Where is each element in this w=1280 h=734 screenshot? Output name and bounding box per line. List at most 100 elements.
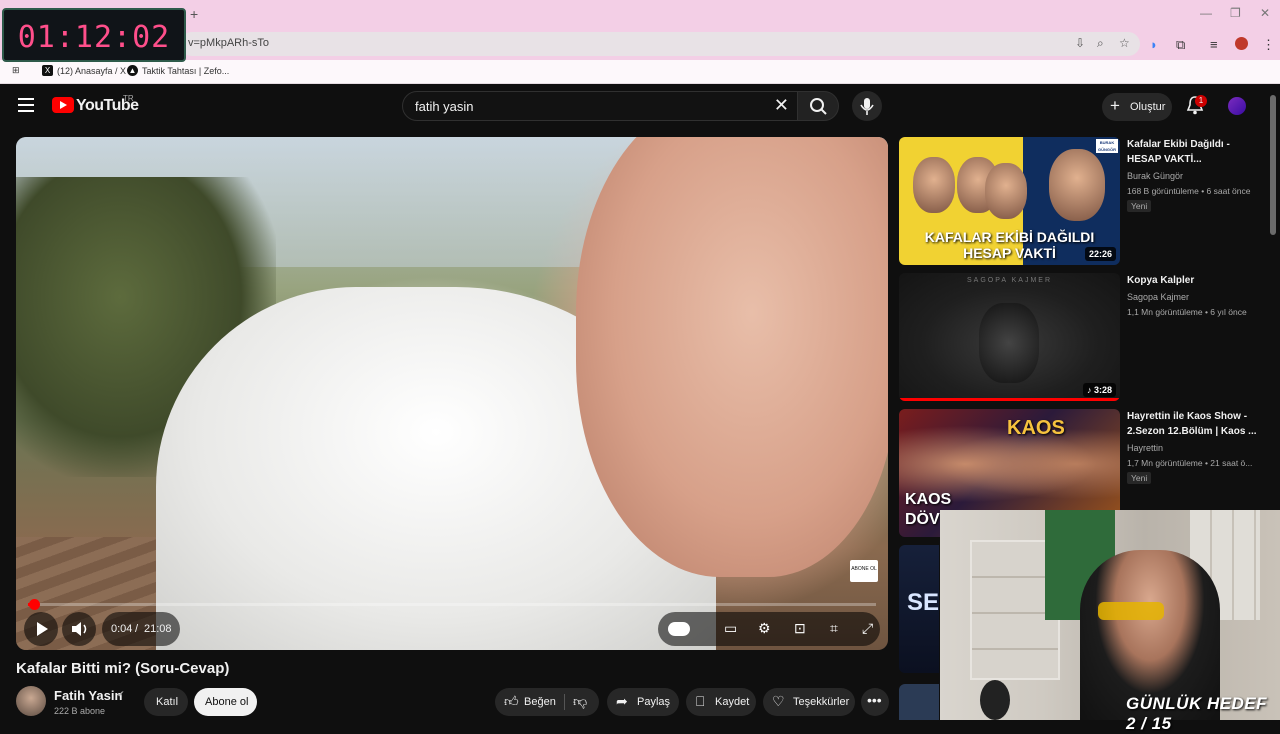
fullscreen-icon[interactable]: ⤢ — [862, 620, 873, 637]
recommendation-meta: 1,1 Mn görüntüleme • 6 yıl önce — [1127, 307, 1247, 317]
current-time: 0:04 — [111, 623, 133, 635]
clear-search-icon[interactable]: ✕ — [774, 95, 789, 116]
webcam-microphone — [980, 680, 1010, 720]
share-icon: ➦ — [616, 693, 628, 709]
channel-name[interactable]: Fatih Yasin — [54, 688, 122, 703]
media-control-icon[interactable]: ≡ — [1210, 37, 1218, 52]
thumb-person — [1049, 149, 1105, 221]
join-button[interactable]: Katıl — [144, 688, 188, 716]
progress-bar[interactable] — [28, 599, 876, 610]
more-actions-button[interactable]: ••• — [861, 688, 889, 716]
hamburger-menu-icon[interactable] — [18, 98, 34, 112]
install-app-icon[interactable]: ⇩ — [1075, 36, 1085, 50]
recommendation-thumbnail[interactable]: SAGOPA KAJMER ♪ 3:28 — [899, 273, 1120, 401]
time-separator: / — [135, 623, 139, 635]
thumb-person — [985, 163, 1027, 219]
video-duration: ♪ 3:28 — [1082, 383, 1116, 397]
video-title: Kafalar Bitti mi? (Soru-Cevap) — [16, 660, 230, 677]
recommendation-thumbnail[interactable]: BURAK GÜNGÖR KAFALAR EKİBİ DAĞILDI HESAP… — [899, 137, 1120, 265]
join-label: Katıl — [156, 696, 179, 708]
like-label[interactable]: Beğen — [524, 696, 556, 708]
bookmark-zefo[interactable]: ▲ Taktik Tahtası | Zefo... — [127, 65, 229, 76]
verified-icon: ✔ — [117, 689, 125, 699]
divider — [564, 694, 565, 710]
address-bar-row: v=pMkpARh-sTo ⇩ ⌕ ☆ ◗ ⧉ ≡ ⋮ — [0, 28, 1280, 60]
thumb-text: SE — [907, 589, 940, 616]
search-input[interactable]: fatih yasin ✕ — [402, 91, 798, 121]
thumb-person — [913, 157, 955, 213]
restore-icon[interactable]: ❐ — [1230, 6, 1241, 20]
duration-text: 3:28 — [1093, 385, 1112, 395]
recommendation-title[interactable]: Kafalar Ekibi Dağıldı - HESAP VAKTİ... — [1127, 137, 1257, 167]
zefo-logo-icon: ▲ — [127, 65, 138, 76]
extensions-icon[interactable]: ⧉ — [1176, 37, 1185, 53]
browser-menu-icon[interactable]: ⋮ — [1262, 37, 1275, 53]
recommendation-thumbnail[interactable]: SE — [899, 545, 939, 673]
mute-button[interactable] — [62, 612, 96, 646]
extension-audio-icon[interactable]: ◗ — [1150, 37, 1158, 52]
progress-scrubber[interactable] — [29, 599, 40, 610]
create-button[interactable]: + Oluştur — [1102, 93, 1172, 121]
close-window-icon[interactable]: ✕ — [1260, 6, 1270, 20]
recommendation-title[interactable]: Hayrettin ile Kaos Show - 2.Sezon 12.Böl… — [1127, 409, 1257, 439]
search-icon — [810, 98, 827, 115]
channel-avatar[interactable] — [16, 686, 46, 716]
save-label: Kaydet — [715, 696, 750, 708]
bookmark-icon: ⎕ — [696, 693, 705, 709]
autoplay-toggle[interactable] — [668, 622, 690, 636]
zoom-icon[interactable]: ⌕ — [1097, 36, 1104, 51]
video-duration: 22:26 — [1084, 247, 1116, 261]
address-bar[interactable]: v=pMkpARh-sTo ⇩ ⌕ ☆ — [180, 32, 1140, 56]
super-thanks-icon: ♡ — [772, 693, 785, 709]
minimize-icon[interactable]: — — [1200, 6, 1212, 20]
bookmark-label: (12) Anasayfa / X — [57, 65, 127, 76]
time-display: 0:04 / 21:08 — [102, 612, 180, 646]
save-button[interactable]: ⎕ Kaydet — [686, 688, 756, 716]
player-right-controls: ▭ ⚙ ⊡ ⌗ ⤢ — [658, 612, 880, 646]
profile-avatar[interactable] — [1235, 37, 1248, 50]
subscribe-button[interactable]: Abone ol — [194, 688, 257, 716]
new-badge: Yeni — [1127, 200, 1152, 212]
new-tab-button[interactable]: + — [190, 6, 198, 22]
apps-grid-icon[interactable]: ⊞ — [12, 65, 20, 76]
thumb-text: KAOS — [905, 491, 952, 508]
thumbs-down-icon[interactable]: 👎︎ — [573, 693, 587, 710]
recommendation-channel[interactable]: Sagopa Kajmer — [1127, 292, 1189, 302]
video-player[interactable]: ABONE OL 0:04 / 21:08 ▭ ⚙ ⊡ ⌗ ⤢ — [16, 137, 888, 650]
region-code: TR — [123, 94, 134, 103]
account-avatar[interactable] — [1228, 97, 1246, 115]
thanks-button[interactable]: ♡ Teşekkürler — [763, 688, 855, 716]
watched-progress-bar — [899, 398, 1120, 401]
cast-icon[interactable]: ⌗ — [830, 620, 838, 637]
settings-gear-icon[interactable]: ⚙ — [758, 620, 771, 637]
thumbs-up-icon[interactable]: 👍︎ — [504, 693, 519, 710]
recommendation-channel[interactable]: Hayrettin — [1127, 443, 1163, 453]
recommendation-meta: 1,7 Mn görüntüleme • 21 saat ö... — [1127, 458, 1253, 468]
subtitles-icon[interactable]: ▭ — [724, 620, 737, 637]
recommendation-meta: 168 B görüntüleme • 6 saat önce — [1127, 186, 1251, 196]
bookmarks-bar: ⊞ X (12) Anasayfa / X ▲ Taktik Tahtası |… — [0, 60, 1280, 84]
browser-tab-strip: + — ❐ ✕ — [0, 0, 1280, 28]
recommendation-thumbnail[interactable] — [899, 684, 939, 720]
recommendation-channel[interactable]: Burak Güngör — [1127, 171, 1183, 181]
create-label: Oluştur — [1130, 101, 1166, 113]
recommendation-title[interactable]: Kopya Kalpler — [1127, 273, 1257, 288]
bookmark-label: Taktik Tahtası | Zefo... — [142, 65, 230, 76]
new-badge: Yeni — [1127, 472, 1152, 484]
page-scrollbar[interactable] — [1270, 95, 1276, 235]
bookmark-star-icon[interactable]: ☆ — [1119, 36, 1130, 50]
bookmark-x[interactable]: X (12) Anasayfa / X — [42, 65, 126, 76]
voice-search-button[interactable] — [852, 91, 882, 121]
theater-mode-icon[interactable]: ⊡ — [794, 620, 806, 637]
search-button[interactable] — [797, 91, 839, 121]
thumb-text: KAOS — [1007, 417, 1065, 439]
webcam-glasses — [1098, 602, 1164, 620]
subscribe-watermark[interactable]: ABONE OL — [850, 560, 878, 582]
play-button[interactable] — [24, 612, 58, 646]
share-label: Paylaş — [637, 696, 671, 708]
music-note-icon: ♪ — [1086, 385, 1094, 395]
volume-icon — [72, 622, 87, 636]
share-button[interactable]: ➦ Paylaş — [607, 688, 679, 716]
microphone-icon — [860, 98, 874, 115]
youtube-logo-icon[interactable] — [52, 97, 74, 113]
